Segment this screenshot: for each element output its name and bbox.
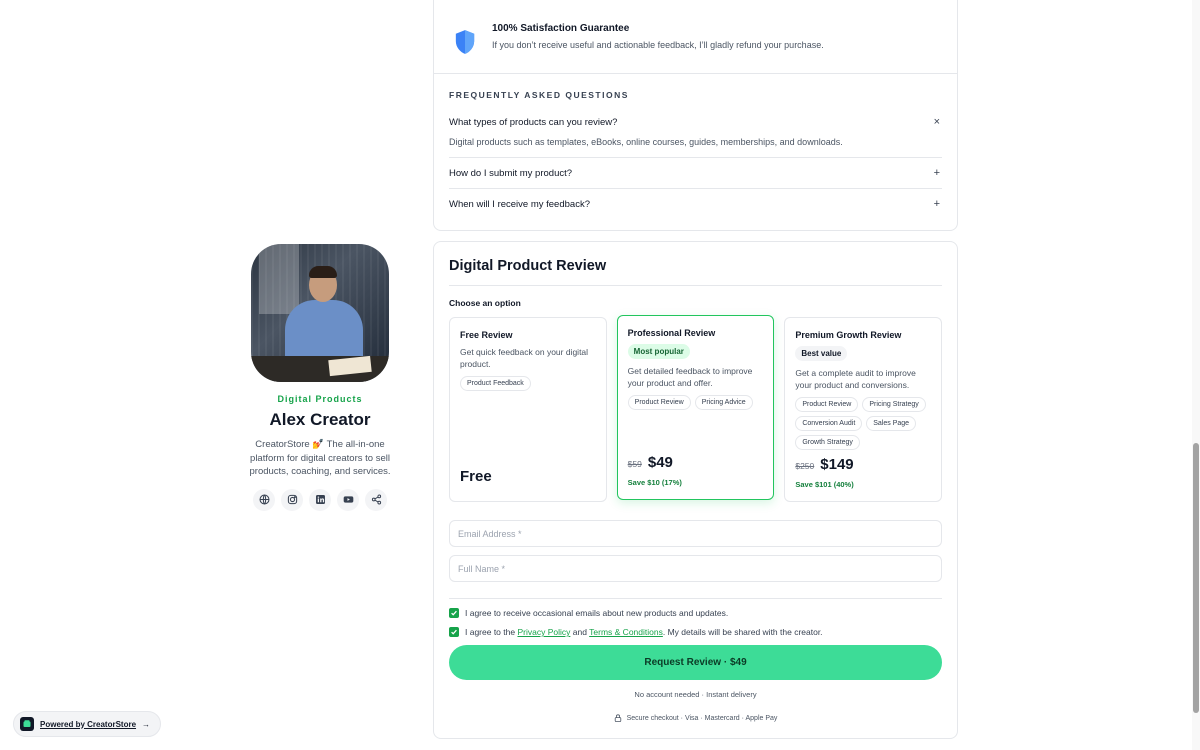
faq-question-toggle[interactable]: How do I submit my product? + (449, 158, 942, 188)
option-tag: Product Review (627, 395, 691, 410)
option-price: Free (460, 468, 492, 485)
option-price: $49 (647, 454, 673, 471)
full-name-field[interactable] (449, 555, 942, 582)
youtube-icon[interactable] (337, 488, 359, 511)
faq-heading: FREQUENTLY ASKED QUESTIONS (449, 90, 629, 100)
option-savings: Save $10 (17%) (627, 478, 682, 487)
arrow-right-icon: → (142, 719, 151, 729)
option-description: Get quick feedback on your digital produ… (460, 347, 589, 369)
option-tag: Product Review (795, 397, 859, 412)
plus-icon[interactable]: + (934, 198, 940, 210)
option-savings: Save $101 (40%) (795, 480, 854, 489)
option-tag: Conversion Audit (795, 416, 863, 431)
lock-icon (614, 714, 621, 722)
option-title: Professional Review (627, 328, 716, 338)
social-links (240, 488, 400, 511)
linkedin-icon[interactable] (309, 488, 331, 511)
faq-question: What types of products can you review? (449, 116, 618, 128)
consent-terms-label: I agree to the Privacy Policy and Terms … (465, 627, 823, 637)
best-value-badge: Best value (795, 346, 848, 361)
price-row: Free (460, 468, 596, 485)
option-description: Get a complete audit to improve your pro… (795, 368, 916, 390)
faq-section: FREQUENTLY ASKED QUESTIONS What types of… (434, 74, 957, 219)
option-free-review[interactable]: Free Review Get quick feedback on your d… (449, 317, 607, 502)
creator-profile: Digital Products Alex Creator CreatorSto… (240, 244, 400, 511)
page-scrollbar[interactable] (1192, 0, 1200, 750)
close-icon[interactable]: × (934, 116, 940, 128)
option-tag: Sales Page (866, 416, 917, 431)
request-review-button[interactable]: Request Review · $49 (449, 645, 942, 680)
product-card: Digital Product Review Choose an option … (433, 241, 958, 739)
creator-category: Digital Products (277, 394, 363, 404)
email-field[interactable] (449, 520, 942, 547)
option-tag: Product Feedback (460, 376, 531, 391)
shield-icon (455, 30, 475, 54)
option-tag: Pricing Strategy (862, 397, 926, 412)
faq-item: When will I receive my feedback? + (449, 189, 942, 219)
option-title: Free Review (460, 330, 513, 340)
checkmark-icon (451, 629, 457, 635)
powered-by-label: Powered by CreatorStore (40, 719, 137, 729)
most-popular-badge: Most popular (627, 344, 690, 359)
avatar (251, 244, 389, 382)
product-title: Digital Product Review (449, 242, 942, 286)
guarantee-text: If you don’t receive useful and actionab… (492, 40, 824, 50)
guarantee-faq-card: 100% Satisfaction Guarantee If you don’t… (433, 0, 958, 231)
option-tags: Product Review Pricing Advice (627, 395, 764, 410)
option-tags: Product Feedback (460, 376, 596, 391)
terms-link[interactable]: Terms & Conditions (589, 627, 663, 637)
option-price: $149 (820, 456, 854, 473)
purchase-note: No account needed · Instant delivery (634, 690, 757, 699)
consent-emails-row: I agree to receive occasional emails abo… (449, 608, 942, 618)
price-row: $250 $149 (795, 456, 931, 473)
creator-name: Alex Creator (269, 410, 371, 429)
checkmark-icon (451, 610, 457, 616)
globe-icon[interactable] (253, 488, 275, 511)
faq-question-toggle[interactable]: When will I receive my feedback? + (449, 189, 942, 219)
price-row: $59 $49 (628, 454, 764, 471)
option-old-price: $59 (627, 459, 642, 469)
consent-terms-row: I agree to the Privacy Policy and Terms … (449, 627, 942, 637)
plus-icon[interactable]: + (934, 167, 940, 179)
faq-item: What types of products can you review? ×… (449, 100, 942, 158)
option-tag: Pricing Advice (694, 395, 753, 410)
option-title: Premium Growth Review (795, 330, 902, 340)
guarantee-title: 100% Satisfaction Guarantee (492, 23, 630, 34)
consent-terms-checkbox[interactable] (449, 627, 459, 637)
creator-bio: CreatorStore 💅 The all-in-one platform f… (249, 439, 391, 477)
consent-emails-label: I agree to receive occasional emails abo… (465, 608, 729, 618)
option-old-price: $250 (795, 461, 815, 471)
faq-answer: Digital products such as templates, eBoo… (449, 137, 843, 147)
option-tags: Product Review Pricing Strategy Conversi… (795, 397, 931, 450)
powered-by-badge[interactable]: Powered by CreatorStore → (13, 711, 162, 737)
privacy-policy-link[interactable]: Privacy Policy (517, 627, 570, 637)
faq-question: When will I receive my feedback? (449, 198, 590, 210)
creatorstore-logo-icon (20, 717, 34, 731)
faq-item: How do I submit my product? + (449, 158, 942, 189)
option-description: Get detailed feedback to improve your pr… (627, 366, 753, 388)
consent-terms-and: and (572, 627, 587, 637)
faq-question: How do I submit my product? (449, 167, 573, 179)
instagram-icon[interactable] (281, 488, 303, 511)
option-professional-review[interactable]: Professional Review Most popular Get det… (616, 315, 775, 500)
share-icon[interactable] (365, 488, 387, 511)
option-tag: Growth Strategy (795, 435, 860, 450)
faq-question-toggle[interactable]: What types of products can you review? × (449, 100, 942, 137)
option-premium-growth-review[interactable]: Premium Growth Review Best value Get a c… (784, 317, 943, 502)
pricing-options: Free Review Get quick feedback on your d… (449, 315, 943, 502)
consent-emails-checkbox[interactable] (449, 608, 459, 618)
consent-terms-prefix: I agree to the (465, 627, 516, 637)
guarantee-section: 100% Satisfaction Guarantee If you don’t… (434, 0, 957, 74)
choose-option-label: Choose an option (449, 298, 521, 308)
secure-checkout: Secure checkout · Visa · Mastercard · Ap… (449, 714, 942, 722)
secure-checkout-text: Secure checkout · Visa · Mastercard · Ap… (626, 714, 778, 722)
consent-terms-suffix: . My details will be shared with the cre… (662, 627, 823, 637)
scrollbar-thumb[interactable] (1193, 443, 1199, 713)
form-divider (449, 598, 942, 599)
